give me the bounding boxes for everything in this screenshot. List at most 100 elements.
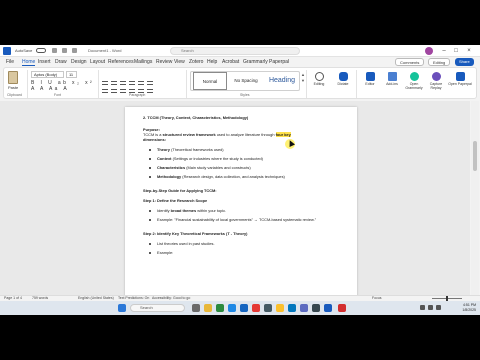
tab-insert[interactable]: Insert [38,59,51,65]
app-icon[interactable] [300,304,308,312]
open-paperpal-button[interactable]: Open Paperpal [448,72,472,86]
app-icon[interactable] [312,304,320,312]
vertical-scrollbar[interactable] [471,101,479,295]
scrollbar-thumb[interactable] [473,141,477,171]
taskbar: Search 4:51 PM 1/8/2025 [0,301,480,315]
editor-button[interactable]: Editor [358,72,382,86]
word-window: AutoSave Document1 - Word Search – □ × F… [0,45,480,315]
comments-button[interactable]: Comments [395,58,425,66]
tab-mailings[interactable]: Mailings [134,59,152,65]
word-logo-icon [3,47,11,55]
search-input[interactable]: Search [170,47,300,55]
autosave-toggle[interactable] [36,48,46,53]
list-buttons[interactable] [102,72,180,85]
styles-group-label: Styles [240,93,250,97]
document-title: Document1 - Word [88,48,122,53]
editing-mode-button[interactable]: Editing [428,58,451,66]
edge-icon[interactable] [228,304,236,312]
style-no-spacing[interactable]: No Spacing [229,72,263,90]
share-button[interactable]: Share [455,58,474,66]
font-color-buttons[interactable]: A A Aa A [31,86,69,92]
replay-icon [431,72,441,81]
tab-view[interactable]: View [174,59,185,65]
tab-draw[interactable]: Draw [55,59,67,65]
battery-icon[interactable] [436,305,441,310]
tab-design[interactable]: Design [71,59,87,65]
tab-acrobat[interactable]: Acrobat [222,59,239,65]
app-icon[interactable] [288,304,296,312]
list-item: Theory (Theoretical frameworks used) [143,147,339,152]
avatar[interactable] [425,47,433,55]
file-explorer-icon[interactable] [204,304,212,312]
app-icon[interactable] [216,304,224,312]
dictate-button[interactable]: Dictate [331,72,355,86]
font-name-select[interactable]: Aptos (Body) [31,71,64,78]
maximize-icon[interactable]: □ [452,47,460,55]
divider [27,70,28,98]
autosave-label: AutoSave [15,48,33,53]
paste-icon[interactable] [8,71,18,84]
taskbar-search-input[interactable]: Search [130,304,185,312]
capture-replay-button[interactable]: Capture Replay [424,72,448,90]
find-icon [314,72,324,81]
document-page[interactable]: 2. TCCM (Theory, Context, Characteristic… [125,107,357,295]
tab-home[interactable]: Home [22,59,36,66]
chrome-icon[interactable] [276,304,284,312]
font-size-select[interactable]: 11 [66,71,77,78]
recorder-icon[interactable] [338,304,346,312]
minimize-icon[interactable]: – [440,47,448,55]
paperpal-icon [455,72,465,81]
redo-icon[interactable] [72,48,77,53]
task-view-icon[interactable] [192,304,200,312]
capture-replay-label: Capture Replay [429,82,443,90]
ribbon-home: Paste Clipboard Aptos (Body) 11 B I U ab… [3,67,477,99]
list-item: Example: [143,250,339,255]
tab-review[interactable]: Review [156,59,172,65]
alignment-buttons[interactable] [102,80,180,93]
paste-label: Paste [8,85,19,90]
windows-start-icon[interactable] [118,304,126,312]
divider [98,70,99,98]
close-icon[interactable]: × [465,47,473,55]
store-icon[interactable] [240,304,248,312]
list-item: Identify broad themes within your topic. [143,208,339,213]
style-heading[interactable]: Heading [265,72,299,90]
add-ins-button[interactable]: Add-ins [380,72,404,86]
list-item: Context (Settings or industries where th… [143,156,339,161]
tab-references[interactable]: References [108,59,134,65]
clock-date: 1/8/2025 [462,308,476,312]
open-grammarly-button[interactable]: Open Grammarly [402,72,426,90]
grammarly-icon [409,72,419,81]
open-paperpal-label: Open Paperpal [448,82,472,86]
taskbar-clock[interactable]: 4:51 PM 1/8/2025 [452,303,476,313]
style-normal[interactable]: Normal [193,72,227,90]
tab-file[interactable]: File [6,59,14,65]
save-icon[interactable] [52,48,57,53]
undo-icon[interactable] [62,48,67,53]
styles-scroll-icon[interactable]: ▲ ▼ [301,72,305,84]
tab-paperpal[interactable]: Paperpal [269,59,289,65]
word-taskbar-icon[interactable] [324,304,332,312]
list-item: Characteristics (Main study variables an… [143,165,339,170]
editing-button[interactable]: Editing [307,72,331,86]
microphone-icon [338,72,348,81]
tab-help[interactable]: Help [207,59,217,65]
styles-gallery: Normal No Spacing Heading [190,71,300,91]
editor-label: Editor [365,82,375,86]
volume-icon[interactable] [428,305,433,310]
divider [356,70,357,98]
tab-layout[interactable]: Layout [90,59,105,65]
font-group-label: Font [54,93,62,97]
open-grammarly-label: Open Grammarly [405,82,423,90]
add-ins-icon [387,72,397,81]
tab-grammarly[interactable]: Grammarly [243,59,268,65]
section-title: 2. TCCM (Theory, Context, Characteristic… [143,115,249,120]
app-icon[interactable] [264,304,272,312]
page-content[interactable]: 2. TCCM (Theory, Context, Characteristic… [143,115,339,259]
menu-bar: File Home Insert Draw Design Layout Refe… [0,57,480,67]
document-canvas: 2. TCCM (Theory, Context, Characteristic… [0,101,470,295]
app-icon[interactable] [252,304,260,312]
editor-icon [365,72,375,81]
tab-zotero[interactable]: Zotero [189,59,203,65]
network-icon[interactable] [420,305,425,310]
